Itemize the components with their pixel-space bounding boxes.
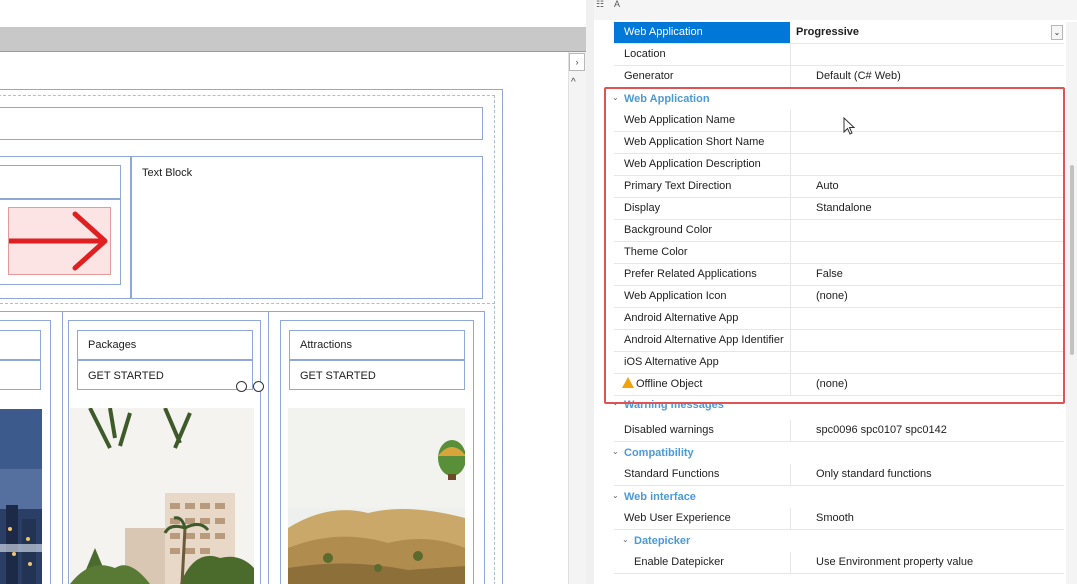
property-row-web-application[interactable]: Web Application Progressive ⌄: [614, 22, 1064, 44]
mouse-pointer-icon: [843, 117, 855, 135]
categorized-view-icon[interactable]: ☷: [596, 0, 604, 9]
property-value[interactable]: Smooth: [816, 508, 854, 529]
property-value[interactable]: Progressive: [796, 22, 859, 43]
card-3-photo: [288, 408, 465, 584]
panel-splitter[interactable]: [586, 0, 594, 584]
collapse-chevron-icon[interactable]: ⌄: [622, 535, 629, 544]
property-value[interactable]: spc0096 spc0107 spc0142: [816, 420, 947, 441]
canvas-edge: [0, 51, 586, 52]
property-name: Location: [624, 48, 666, 60]
dropdown-arrow-icon[interactable]: ⌄: [1051, 25, 1063, 40]
row-separator: [0, 303, 495, 304]
resize-handle[interactable]: [253, 381, 264, 392]
collapse-panel-button[interactable]: ›: [569, 53, 585, 71]
card-2-title: Packages: [88, 339, 137, 351]
header-cell[interactable]: [0, 107, 483, 140]
card-1-title-cell: [0, 330, 41, 360]
category-title: Datepicker: [634, 535, 691, 547]
web-panel-designer[interactable]: Text Block Packages GET STARTED Attracti…: [0, 0, 586, 584]
category-web-interface[interactable]: ⌄ Web interface: [608, 486, 1064, 508]
collapse-chevron-icon[interactable]: ⌄: [612, 447, 619, 456]
property-name: Standard Functions: [624, 468, 720, 480]
property-name: Web Application: [624, 26, 703, 38]
card-1-photo: [0, 409, 42, 584]
property-name: Disabled warnings: [624, 424, 714, 436]
property-name: Web User Experience: [624, 512, 731, 524]
category-title: Compatibility: [624, 447, 694, 459]
category-datepicker[interactable]: ⌄ Datepicker: [608, 530, 1064, 552]
property-row-generator[interactable]: Generator Default (C# Web): [614, 66, 1064, 88]
card-1-action-cell: [0, 360, 41, 390]
card-2-action: GET STARTED: [88, 370, 164, 382]
hero-caption-cell[interactable]: [0, 165, 121, 199]
designer-scrollbar[interactable]: [568, 52, 586, 584]
property-name: Generator: [624, 70, 674, 82]
property-row[interactable]: Standard Functions Only standard function…: [614, 464, 1064, 486]
resize-handle[interactable]: [236, 381, 247, 392]
category-title: Web interface: [624, 491, 696, 503]
property-row[interactable]: Disabled warnings spc0096 spc0107 spc0142: [614, 420, 1064, 442]
highlight-rectangle: [604, 87, 1065, 404]
card-3-action: GET STARTED: [300, 370, 376, 382]
arrow-icon: [9, 211, 108, 271]
collapse-chevron-icon[interactable]: ⌄: [612, 491, 619, 500]
property-row[interactable]: Enable Datepicker Use Environment propert…: [614, 552, 1064, 574]
hero-arrow-image[interactable]: [8, 207, 111, 275]
property-value[interactable]: Only standard functions: [816, 464, 932, 485]
card-3-title: Attractions: [300, 339, 352, 351]
scrollbar-thumb[interactable]: [1070, 165, 1074, 355]
property-value[interactable]: Use Environment property value: [816, 552, 973, 573]
category-compatibility[interactable]: ⌄ Compatibility: [608, 442, 1064, 464]
alphabetical-sort-icon[interactable]: A: [614, 0, 620, 9]
text-block-label: Text Block: [142, 167, 193, 179]
properties-toolbar: ☷ A: [594, 0, 1077, 20]
property-name: Enable Datepicker: [634, 556, 724, 568]
designer-header-bar: [0, 27, 586, 51]
property-row[interactable]: Web User Experience Smooth: [614, 508, 1064, 530]
scroll-up-icon[interactable]: ^: [571, 77, 576, 88]
property-value[interactable]: Default (C# Web): [816, 66, 901, 87]
card-2-photo: [70, 408, 254, 584]
property-row-location[interactable]: Location: [614, 44, 1064, 66]
